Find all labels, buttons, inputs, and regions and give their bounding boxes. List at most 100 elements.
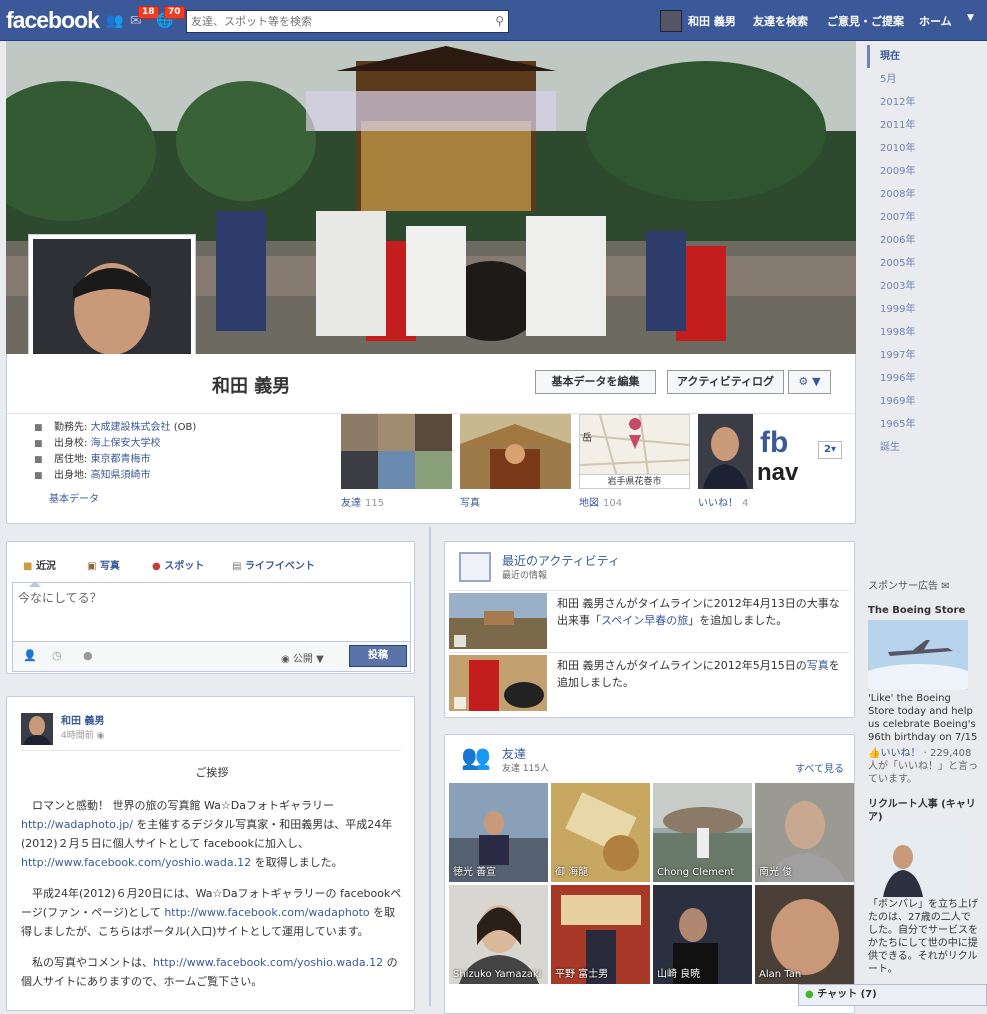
activity-link-spain[interactable]: スペイン早春の旅 bbox=[601, 614, 688, 627]
post-author-name[interactable]: 和田 義男 bbox=[61, 712, 104, 727]
timeline-nav-item[interactable]: 現在 bbox=[867, 45, 987, 68]
timeline-nav-item[interactable]: 2007年 bbox=[867, 206, 987, 229]
tab-spot[interactable]: ● スポット bbox=[152, 557, 204, 572]
status-textarea[interactable]: 今なにしてる？ bbox=[12, 582, 411, 642]
friends-thumbnail[interactable] bbox=[341, 414, 452, 489]
ad-recruit-title[interactable]: リクルート人事 (キャリア) bbox=[868, 798, 980, 824]
ad-boeing-image[interactable] bbox=[858, 620, 978, 696]
privacy-selector[interactable]: ◉ 公開 ▼ bbox=[281, 650, 324, 665]
bullfight-photo bbox=[449, 655, 547, 711]
notifications-icon[interactable]: 🌐 70 bbox=[156, 6, 185, 29]
activity-title[interactable]: 最近のアクティビティ bbox=[502, 552, 620, 569]
tab-life-event[interactable]: ▤ ライフイベント bbox=[232, 557, 315, 572]
photos-label[interactable]: 写真 bbox=[460, 494, 480, 509]
timeline-nav-item[interactable]: 2003年 bbox=[867, 275, 987, 298]
user-avatar[interactable] bbox=[660, 10, 682, 32]
timeline-nav-item[interactable]: 1999年 bbox=[867, 298, 987, 321]
activity-item-2[interactable]: 和田 義男さんがタイムラインに2012年5月15日の写真を追加しました。 bbox=[449, 652, 850, 711]
activity-log-button[interactable]: アクティビティログ bbox=[667, 370, 784, 394]
home-icon: ■ bbox=[34, 455, 43, 465]
clock-icon[interactable]: ◷ bbox=[52, 649, 62, 662]
facebook-logo[interactable]: facebook bbox=[6, 7, 100, 34]
activity-item-1[interactable]: 和田 義男さんがタイムラインに2012年4月13日の大事な出来事「スペイン早春の… bbox=[449, 590, 850, 649]
post-body: ご挨拶 ロマンと感動！ 世界の旅の写真館 Wa☆Daフォトギャラリー http:… bbox=[21, 763, 403, 1003]
friend-tile[interactable]: Shizuko Yamazaki bbox=[449, 885, 548, 984]
ad-boeing-title[interactable]: The Boeing Store bbox=[868, 604, 980, 617]
timeline-nav-item[interactable]: 2012年 bbox=[867, 91, 987, 114]
likes-label[interactable]: いいね！ 4 bbox=[698, 494, 748, 509]
about-link[interactable]: 基本データ bbox=[49, 490, 99, 505]
photos-thumbnail[interactable] bbox=[460, 414, 571, 489]
timeline-nav-item[interactable]: 2008年 bbox=[867, 183, 987, 206]
timeline-nav-item[interactable]: 1996年 bbox=[867, 367, 987, 390]
residence-link[interactable]: 東京都青梅市 bbox=[91, 454, 151, 465]
post-link-wadaphoto[interactable]: http://wadaphoto.jp/ bbox=[21, 818, 133, 831]
edit-profile-button[interactable]: 基本データを編集 bbox=[535, 370, 656, 394]
briefcase-icon: ■ bbox=[34, 423, 43, 433]
post-link-fb-page[interactable]: http://www.facebook.com/wadaphoto bbox=[164, 906, 369, 919]
friends-title[interactable]: 友達 bbox=[502, 745, 526, 762]
friend-tile[interactable]: Chong Clement bbox=[653, 783, 752, 882]
post-link-fb-profile-2[interactable]: http://www.facebook.com/yoshio.wada.12 bbox=[153, 956, 383, 969]
feedback-link[interactable]: ご意見・ご提案 bbox=[827, 13, 904, 29]
tab-photo[interactable]: ▣ 写真 bbox=[87, 557, 120, 572]
post-paragraph-3: 私の写真やコメントは、http://www.facebook.com/yoshi… bbox=[21, 956, 398, 988]
timeline-nav-item[interactable]: 2006年 bbox=[867, 229, 987, 252]
friend-requests-icon[interactable]: 👥 bbox=[106, 13, 124, 29]
friend-tile[interactable]: 南光 俊 bbox=[755, 783, 854, 882]
timeline-nav-item[interactable]: 2005年 bbox=[867, 252, 987, 275]
search-icon[interactable]: ⚲ bbox=[495, 14, 504, 28]
ad-like-link[interactable]: 👍いいね！ bbox=[868, 748, 920, 759]
location-icon[interactable]: ● bbox=[83, 649, 93, 662]
search-input[interactable] bbox=[187, 11, 477, 32]
friend-tile[interactable]: 平野 富士男 bbox=[551, 885, 650, 984]
post-author-avatar[interactable] bbox=[21, 713, 53, 745]
user-name-link[interactable]: 和田 義男 bbox=[688, 13, 736, 29]
settings-gear-icon[interactable]: ⚙ ▼ bbox=[788, 370, 831, 394]
home-link[interactable]: ホーム bbox=[919, 13, 952, 29]
photo-icon: ▣ bbox=[87, 561, 97, 572]
timeline-nav-item[interactable]: 2009年 bbox=[867, 160, 987, 183]
top-bar: facebook 👥 ✉18 🌐70 ⚲ 和田 義男 友達を検索 ご意見・ご提案… bbox=[0, 0, 987, 41]
post-time[interactable]: 4時間前 ◉ bbox=[61, 728, 104, 741]
timeline-nav-item[interactable]: 1998年 bbox=[867, 321, 987, 344]
timeline-nav-item[interactable]: 2010年 bbox=[867, 137, 987, 160]
activity-link-photo[interactable]: 写真 bbox=[807, 659, 829, 672]
more-thumbnails-button[interactable]: 2▾ bbox=[818, 441, 842, 459]
map-thumbnail[interactable]: 岳 岩手県花巻市 bbox=[579, 414, 690, 489]
tag-friends-icon[interactable]: 👤 bbox=[23, 649, 37, 662]
ad-boeing-likes: 👍いいね！ · 229,408人が「いいね！」と言っています。 bbox=[868, 748, 978, 785]
see-all-friends-link[interactable]: すべて見る bbox=[795, 760, 844, 775]
map-label[interactable]: 地図 104 bbox=[579, 494, 622, 509]
post-button[interactable]: 投稿 bbox=[349, 645, 407, 667]
activity-subtitle: 最近の情報 bbox=[502, 571, 548, 581]
account-menu-icon[interactable]: ▼ bbox=[967, 13, 974, 23]
friend-tile[interactable]: Alan Tan bbox=[755, 885, 854, 984]
post-link-fb-profile[interactable]: http://www.facebook.com/yoshio.wada.12 bbox=[21, 856, 251, 869]
messages-icon[interactable]: ✉ 18 bbox=[130, 6, 159, 29]
timeline-nav-item[interactable]: 1969年 bbox=[867, 390, 987, 413]
work-link[interactable]: 大成建設株式会社 bbox=[91, 422, 171, 433]
hometown-link[interactable]: 高知県須崎市 bbox=[91, 470, 151, 481]
timeline-nav-item[interactable]: 誕生 bbox=[867, 436, 987, 459]
timeline-nav-item[interactable]: 1965年 bbox=[867, 413, 987, 436]
map-label-top: 岳 bbox=[582, 433, 592, 444]
find-friends-link[interactable]: 友達を検索 bbox=[753, 13, 808, 29]
friend-tile[interactable]: 徳光 善宣 bbox=[449, 783, 548, 882]
svg-text:fb: fb bbox=[760, 426, 788, 459]
likes-thumbnail[interactable]: fb nav bbox=[698, 414, 809, 489]
ad-recruit-image[interactable] bbox=[868, 827, 968, 897]
friends-label[interactable]: 友達 115 bbox=[341, 494, 384, 509]
friend-tile[interactable]: 御 海龍 bbox=[551, 783, 650, 882]
timeline-nav-item[interactable]: 5月 bbox=[867, 68, 987, 91]
ad-recruit-text: 「ボンバレ」を立ち上げたのは、27歳の二人でした。自分でサービスをかたちにして世… bbox=[868, 899, 978, 975]
friend-tile[interactable]: 山崎 良暁 bbox=[653, 885, 752, 984]
house-icon: ■ bbox=[34, 471, 43, 481]
activity-list-icon bbox=[459, 552, 491, 582]
tab-status[interactable]: ■ 近況 bbox=[23, 557, 56, 572]
timeline-nav-item[interactable]: 1997年 bbox=[867, 344, 987, 367]
timeline-nav-item[interactable]: 2011年 bbox=[867, 114, 987, 137]
notifications-badge: 70 bbox=[164, 6, 185, 19]
chat-bar[interactable]: ● チャット (7) bbox=[798, 984, 987, 1006]
school-link[interactable]: 海上保安大学校 bbox=[91, 438, 161, 449]
